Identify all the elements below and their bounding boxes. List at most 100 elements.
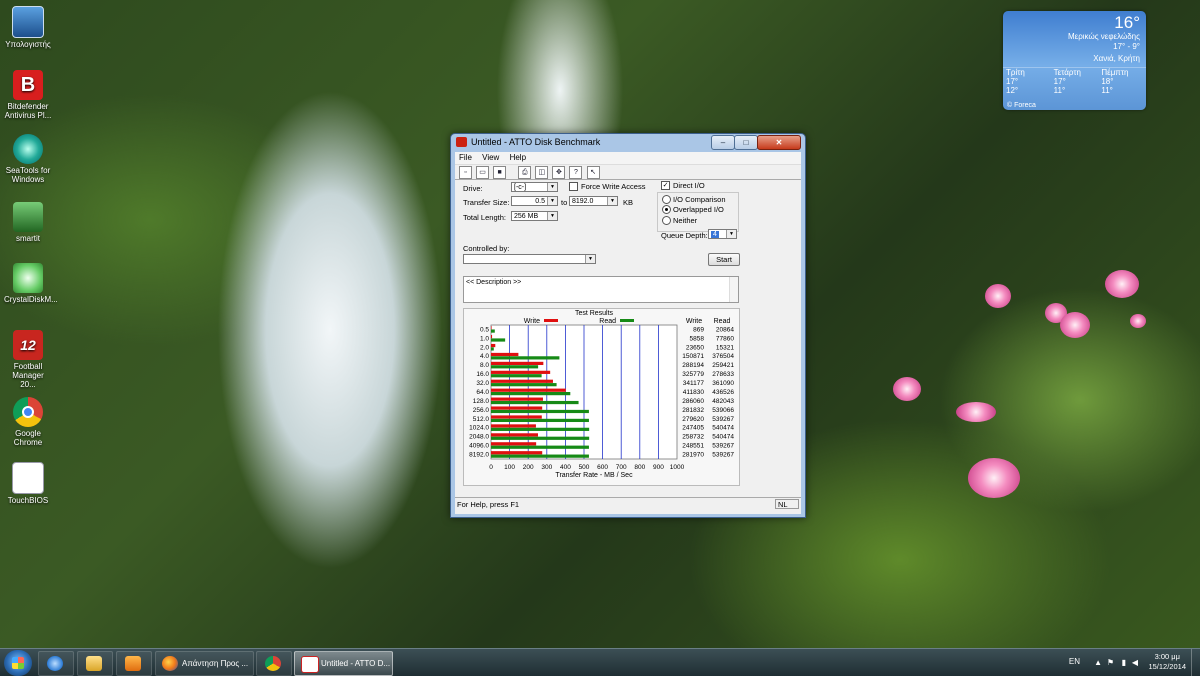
write-value: 150871 [682, 353, 704, 360]
menu-view[interactable]: View [478, 152, 503, 162]
start-button[interactable] [4, 650, 32, 676]
write-value: 5858 [690, 335, 705, 342]
category-label: 1.0 [480, 335, 489, 342]
internet-explorer-icon [47, 656, 63, 671]
forecast-day: Πέμπτη 18° 11° [1101, 68, 1129, 95]
read-bar [491, 365, 539, 369]
total-length-label: Total Length: [463, 213, 506, 222]
description-scrollbar[interactable] [729, 277, 738, 302]
write-value: 279620 [682, 416, 704, 423]
read-bar [491, 347, 494, 351]
chart-title: Test Results [575, 310, 614, 317]
taskbar-ie[interactable] [38, 651, 74, 676]
queue-depth-label: Queue Depth: [661, 231, 708, 240]
weather-range: 17° - 9° [1113, 42, 1140, 51]
desktop-icon-computer[interactable]: Υπολογιστής [4, 6, 52, 49]
legend-write-label: Write [524, 318, 540, 325]
action-center-icon[interactable]: ⚑ [1107, 658, 1114, 667]
football-manager-icon: 12 [13, 330, 43, 360]
kb-label: KB [623, 198, 634, 207]
read-value: 361090 [712, 380, 734, 387]
status-text: For Help, press F1 [457, 500, 520, 509]
taskbar-chrome[interactable] [256, 651, 292, 676]
weather-source[interactable]: © Foreca [1007, 102, 1036, 109]
desktop-icon-seatools[interactable]: SeaTools for Windows [4, 134, 52, 184]
minimize-button[interactable]: – [711, 135, 735, 150]
chevron-down-icon: ▼ [726, 230, 736, 238]
chevron-down-icon: ▼ [607, 197, 617, 205]
start-button[interactable]: Start [708, 253, 740, 266]
category-label: 256.0 [473, 407, 490, 414]
read-bar [491, 445, 589, 449]
desktop-icon-crystaldiskmark[interactable]: CrystalDiskM... [4, 263, 58, 304]
help-icon[interactable]: ? [569, 166, 583, 179]
desktop-icon-chrome[interactable]: Google Chrome [4, 397, 52, 447]
read-value: 539267 [712, 443, 734, 450]
x-tick-label: 100 [504, 464, 515, 471]
direct-io-checkbox[interactable]: ✓ [661, 181, 670, 190]
show-desktop-button[interactable] [1191, 649, 1200, 676]
context-help-icon[interactable]: ↖ [586, 166, 600, 179]
desktop-icon-football-manager[interactable]: 12 Football Manager 20... [4, 330, 52, 389]
neither-label: Neither [673, 216, 698, 225]
chevron-down-icon: ▼ [547, 212, 557, 220]
read-value: 482043 [712, 398, 734, 405]
write-bar [491, 397, 543, 401]
direct-io-label: Direct I/O [673, 181, 705, 190]
weather-condition: Μερικώς νεφελώδης [1068, 32, 1140, 41]
desktop-icon-bitdefender[interactable]: B Bitdefender Antivirus Pl... [4, 70, 52, 120]
transfer-size-from-select[interactable]: 0.5 ▼ [511, 196, 558, 206]
chevron-down-icon: ▼ [547, 197, 557, 205]
write-bar [491, 335, 493, 339]
move-icon[interactable]: ✥ [552, 166, 566, 179]
x-tick-label: 200 [523, 464, 534, 471]
taskbar-firefox[interactable]: Απάντηση Προς ... [155, 651, 254, 676]
save-icon[interactable]: ■ [493, 166, 507, 179]
x-tick-label: 800 [634, 464, 645, 471]
taskbar-media-player[interactable] [116, 651, 152, 676]
controlled-by-select[interactable]: ▼ [463, 254, 596, 264]
read-value: 77860 [716, 335, 734, 342]
desktop-icon-smart[interactable]: smartit [4, 202, 52, 243]
force-write-checkbox[interactable] [569, 182, 578, 191]
close-button[interactable]: ✕ [757, 135, 801, 150]
io-comparison-radio[interactable] [662, 195, 671, 204]
maximize-button[interactable]: □ [734, 135, 758, 150]
forecast-day: Τετάρτη 17° 11° [1053, 68, 1081, 95]
chevron-down-icon: ▼ [547, 183, 557, 191]
print-icon[interactable]: ⎙ [518, 166, 532, 179]
category-label: 16.0 [476, 371, 489, 378]
description-field[interactable]: << Description >> [463, 276, 739, 303]
window-titlebar[interactable]: Untitled - ATTO Disk Benchmark – □ ✕ [451, 134, 805, 151]
x-tick-label: 700 [616, 464, 627, 471]
transfer-size-to-select[interactable]: 8192.0 ▼ [569, 196, 618, 206]
volume-icon[interactable]: ◀ [1132, 658, 1138, 667]
neither-radio[interactable] [662, 216, 671, 225]
open-icon[interactable]: ▭ [476, 166, 490, 179]
x-tick-label: 400 [560, 464, 571, 471]
menu-file[interactable]: File [455, 152, 476, 162]
read-value: 259421 [712, 362, 734, 369]
write-value: 281970 [682, 451, 704, 458]
network-icon[interactable]: ▮ [1122, 658, 1126, 667]
queue-depth-select[interactable]: 4 ▼ [708, 229, 737, 239]
seatools-icon [13, 134, 43, 164]
taskbar-atto[interactable]: Untitled - ATTO D... [294, 651, 393, 676]
column-header-read: Read [714, 318, 731, 325]
show-hidden-icons-icon[interactable]: ▲ [1094, 658, 1102, 667]
taskbar-explorer[interactable] [77, 651, 113, 676]
print-preview-icon[interactable]: ◫ [535, 166, 549, 179]
total-length-select[interactable]: 256 MB ▼ [511, 211, 558, 221]
window-client: File View Help ▫ ▭ ■ ⎙ ◫ ✥ ? ↖ Drive: [-… [455, 152, 801, 514]
category-label: 128.0 [473, 398, 490, 405]
menu-help[interactable]: Help [506, 152, 530, 162]
new-icon[interactable]: ▫ [459, 166, 472, 179]
overlapped-io-radio[interactable] [662, 205, 671, 214]
language-indicator[interactable]: EN [1069, 657, 1080, 666]
drive-select[interactable]: [-c-] ▼ [511, 182, 558, 192]
atto-app-icon[interactable] [456, 137, 467, 147]
clock[interactable]: 3:00 μμ 15/12/2014 [1148, 652, 1186, 672]
desktop-icon-touchbios[interactable]: TouchBIOS [4, 462, 52, 505]
weather-gadget[interactable]: 16° Μερικώς νεφελώδης 17° - 9° Χανιά, Κρ… [1003, 11, 1146, 110]
read-bar [491, 356, 560, 360]
